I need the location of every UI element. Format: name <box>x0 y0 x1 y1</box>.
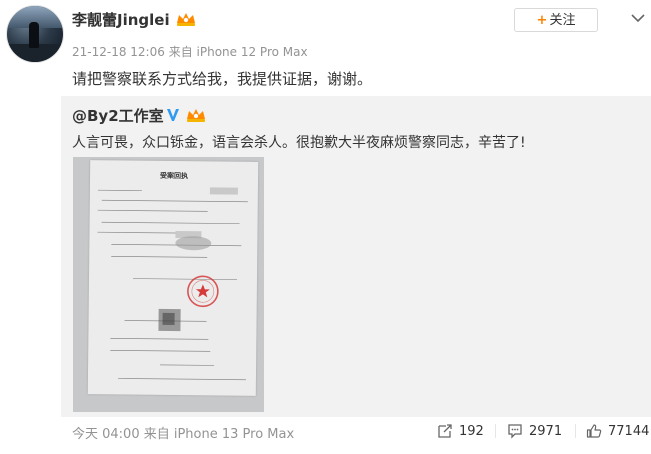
post-meta: 21-12-18 12:06 来自 iPhone 12 Pro Max <box>72 43 308 60</box>
divider <box>495 424 496 438</box>
like-icon <box>586 424 602 438</box>
divider <box>575 424 576 438</box>
follow-button[interactable]: + 关注 <box>514 8 598 32</box>
author-avatar[interactable] <box>6 5 64 63</box>
repost-vip-badge-icon[interactable] <box>185 107 207 127</box>
repost-time-source: 今天 04:00 来自 iPhone 13 Pro Max <box>72 427 295 442</box>
document-title: 受案回执 <box>160 171 188 180</box>
follow-label: 关注 <box>549 13 576 28</box>
document-paper: 受案回执 <box>87 160 259 396</box>
verified-icon <box>166 107 180 126</box>
comment-icon <box>508 424 522 439</box>
vip-badge-icon[interactable] <box>175 11 197 31</box>
comment-count: 2971 <box>529 423 563 439</box>
repost-icon <box>438 424 452 438</box>
repost-button[interactable]: 192 <box>437 421 484 441</box>
repost-count: 192 <box>459 423 484 439</box>
post-source: 来自 iPhone 12 Pro Max <box>168 45 308 59</box>
chevron-down-icon[interactable] <box>630 9 646 23</box>
repost-author[interactable]: @By2工作室 <box>72 107 164 125</box>
document-photo[interactable]: 受案回执 <box>73 157 264 412</box>
like-count: 77144 <box>608 423 650 439</box>
plus-icon: + <box>536 13 548 28</box>
comment-button[interactable]: 2971 <box>507 421 562 441</box>
author-name-row: 李靓蕾Jinglei <box>72 9 197 31</box>
post-timestamp[interactable]: 21-12-18 12:06 <box>72 45 165 59</box>
avatar-figure <box>29 22 39 48</box>
like-button[interactable]: 77144 <box>586 421 649 441</box>
post-text: 请把警察联系方式给我，我提供证据，谢谢。 <box>72 70 373 88</box>
author-name[interactable]: 李靓蕾Jinglei <box>72 11 170 29</box>
repost-text: 人言可畏，众口铄金，语言会杀人。很抱歉大半夜麻烦警察同志，辛苦了! <box>72 135 526 151</box>
repost-author-row: @By2工作室 <box>72 105 207 127</box>
